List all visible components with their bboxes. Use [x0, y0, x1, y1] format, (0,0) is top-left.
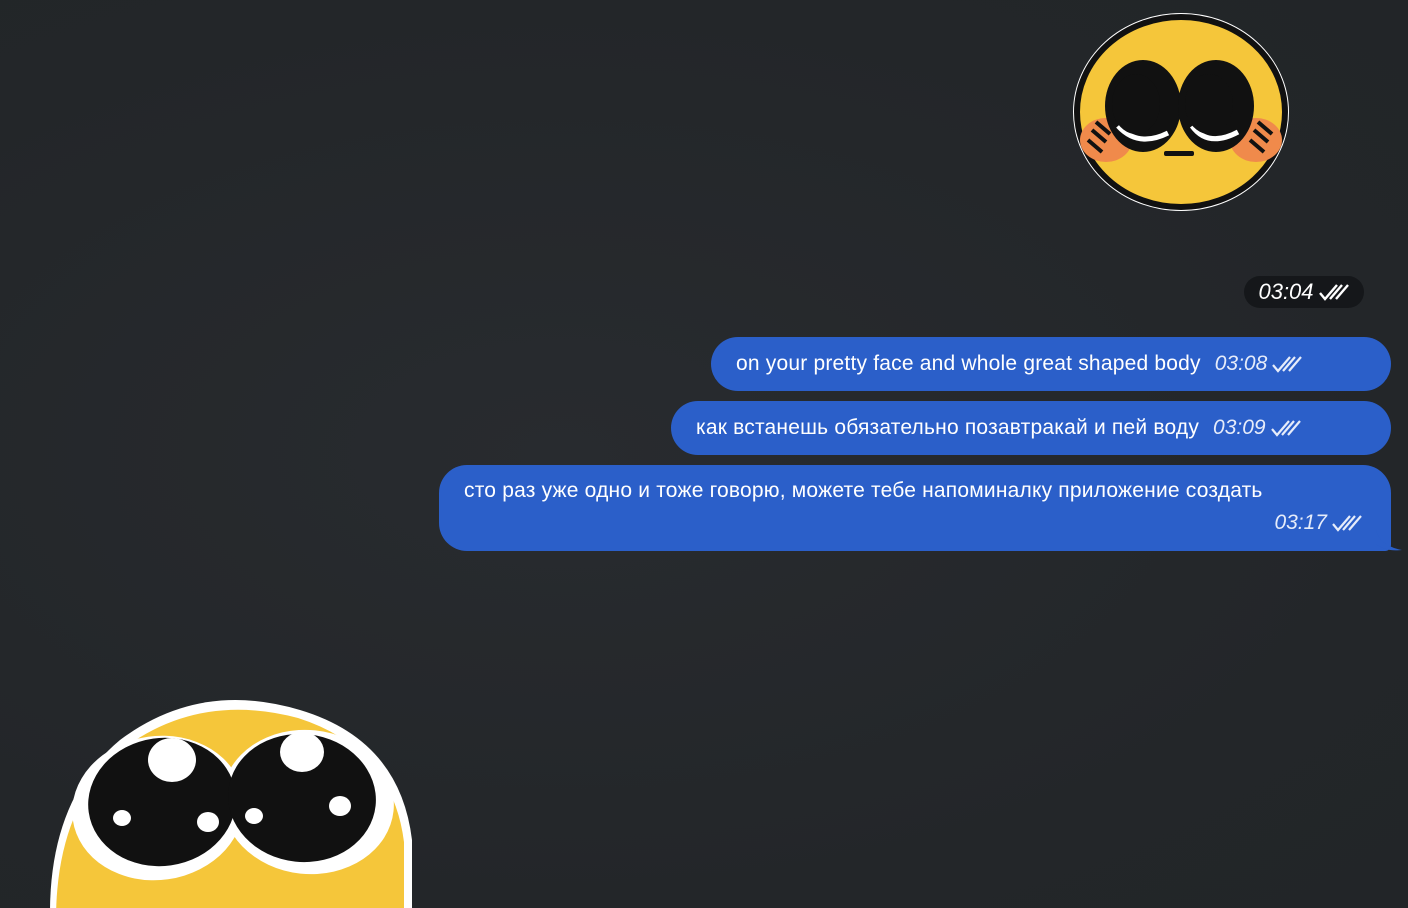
outgoing-message[interactable]: сто раз уже одно и тоже говорю, можете т… — [439, 465, 1391, 551]
message-time: 03:09 — [1213, 416, 1266, 439]
message-text: сто раз уже одно и тоже говорю, можете т… — [464, 479, 1263, 502]
message-meta: 03:08 — [1215, 352, 1304, 376]
message-time: 03:08 — [1214, 352, 1268, 375]
outgoing-message[interactable]: on your pretty face and whole great shap… — [711, 337, 1391, 391]
message-meta: 03:09 — [1213, 416, 1302, 440]
chat-area: 03:04 on your pretty face and whole grea… — [0, 0, 1408, 908]
message-text: как встанешь обязательно позавтракай и п… — [696, 416, 1200, 439]
big-eyes-face-sticker[interactable] — [40, 690, 420, 908]
double-check-icon — [1318, 284, 1349, 301]
double-check-icon — [1332, 515, 1362, 532]
double-check-icon — [1270, 420, 1301, 437]
message-text: on your pretty face and whole great shap… — [736, 352, 1201, 375]
sticker-time-badge: 03:04 — [1244, 276, 1364, 308]
sticker-time: 03:04 — [1258, 279, 1314, 304]
bubble-tail — [1376, 530, 1402, 551]
shy-face-sticker[interactable] — [1068, 8, 1294, 216]
double-check-icon — [1272, 356, 1303, 373]
message-time: 03:17 — [1274, 511, 1327, 534]
outgoing-message[interactable]: как встанешь обязательно позавтракай и п… — [671, 401, 1391, 455]
message-meta: 03:17 — [1274, 511, 1363, 535]
